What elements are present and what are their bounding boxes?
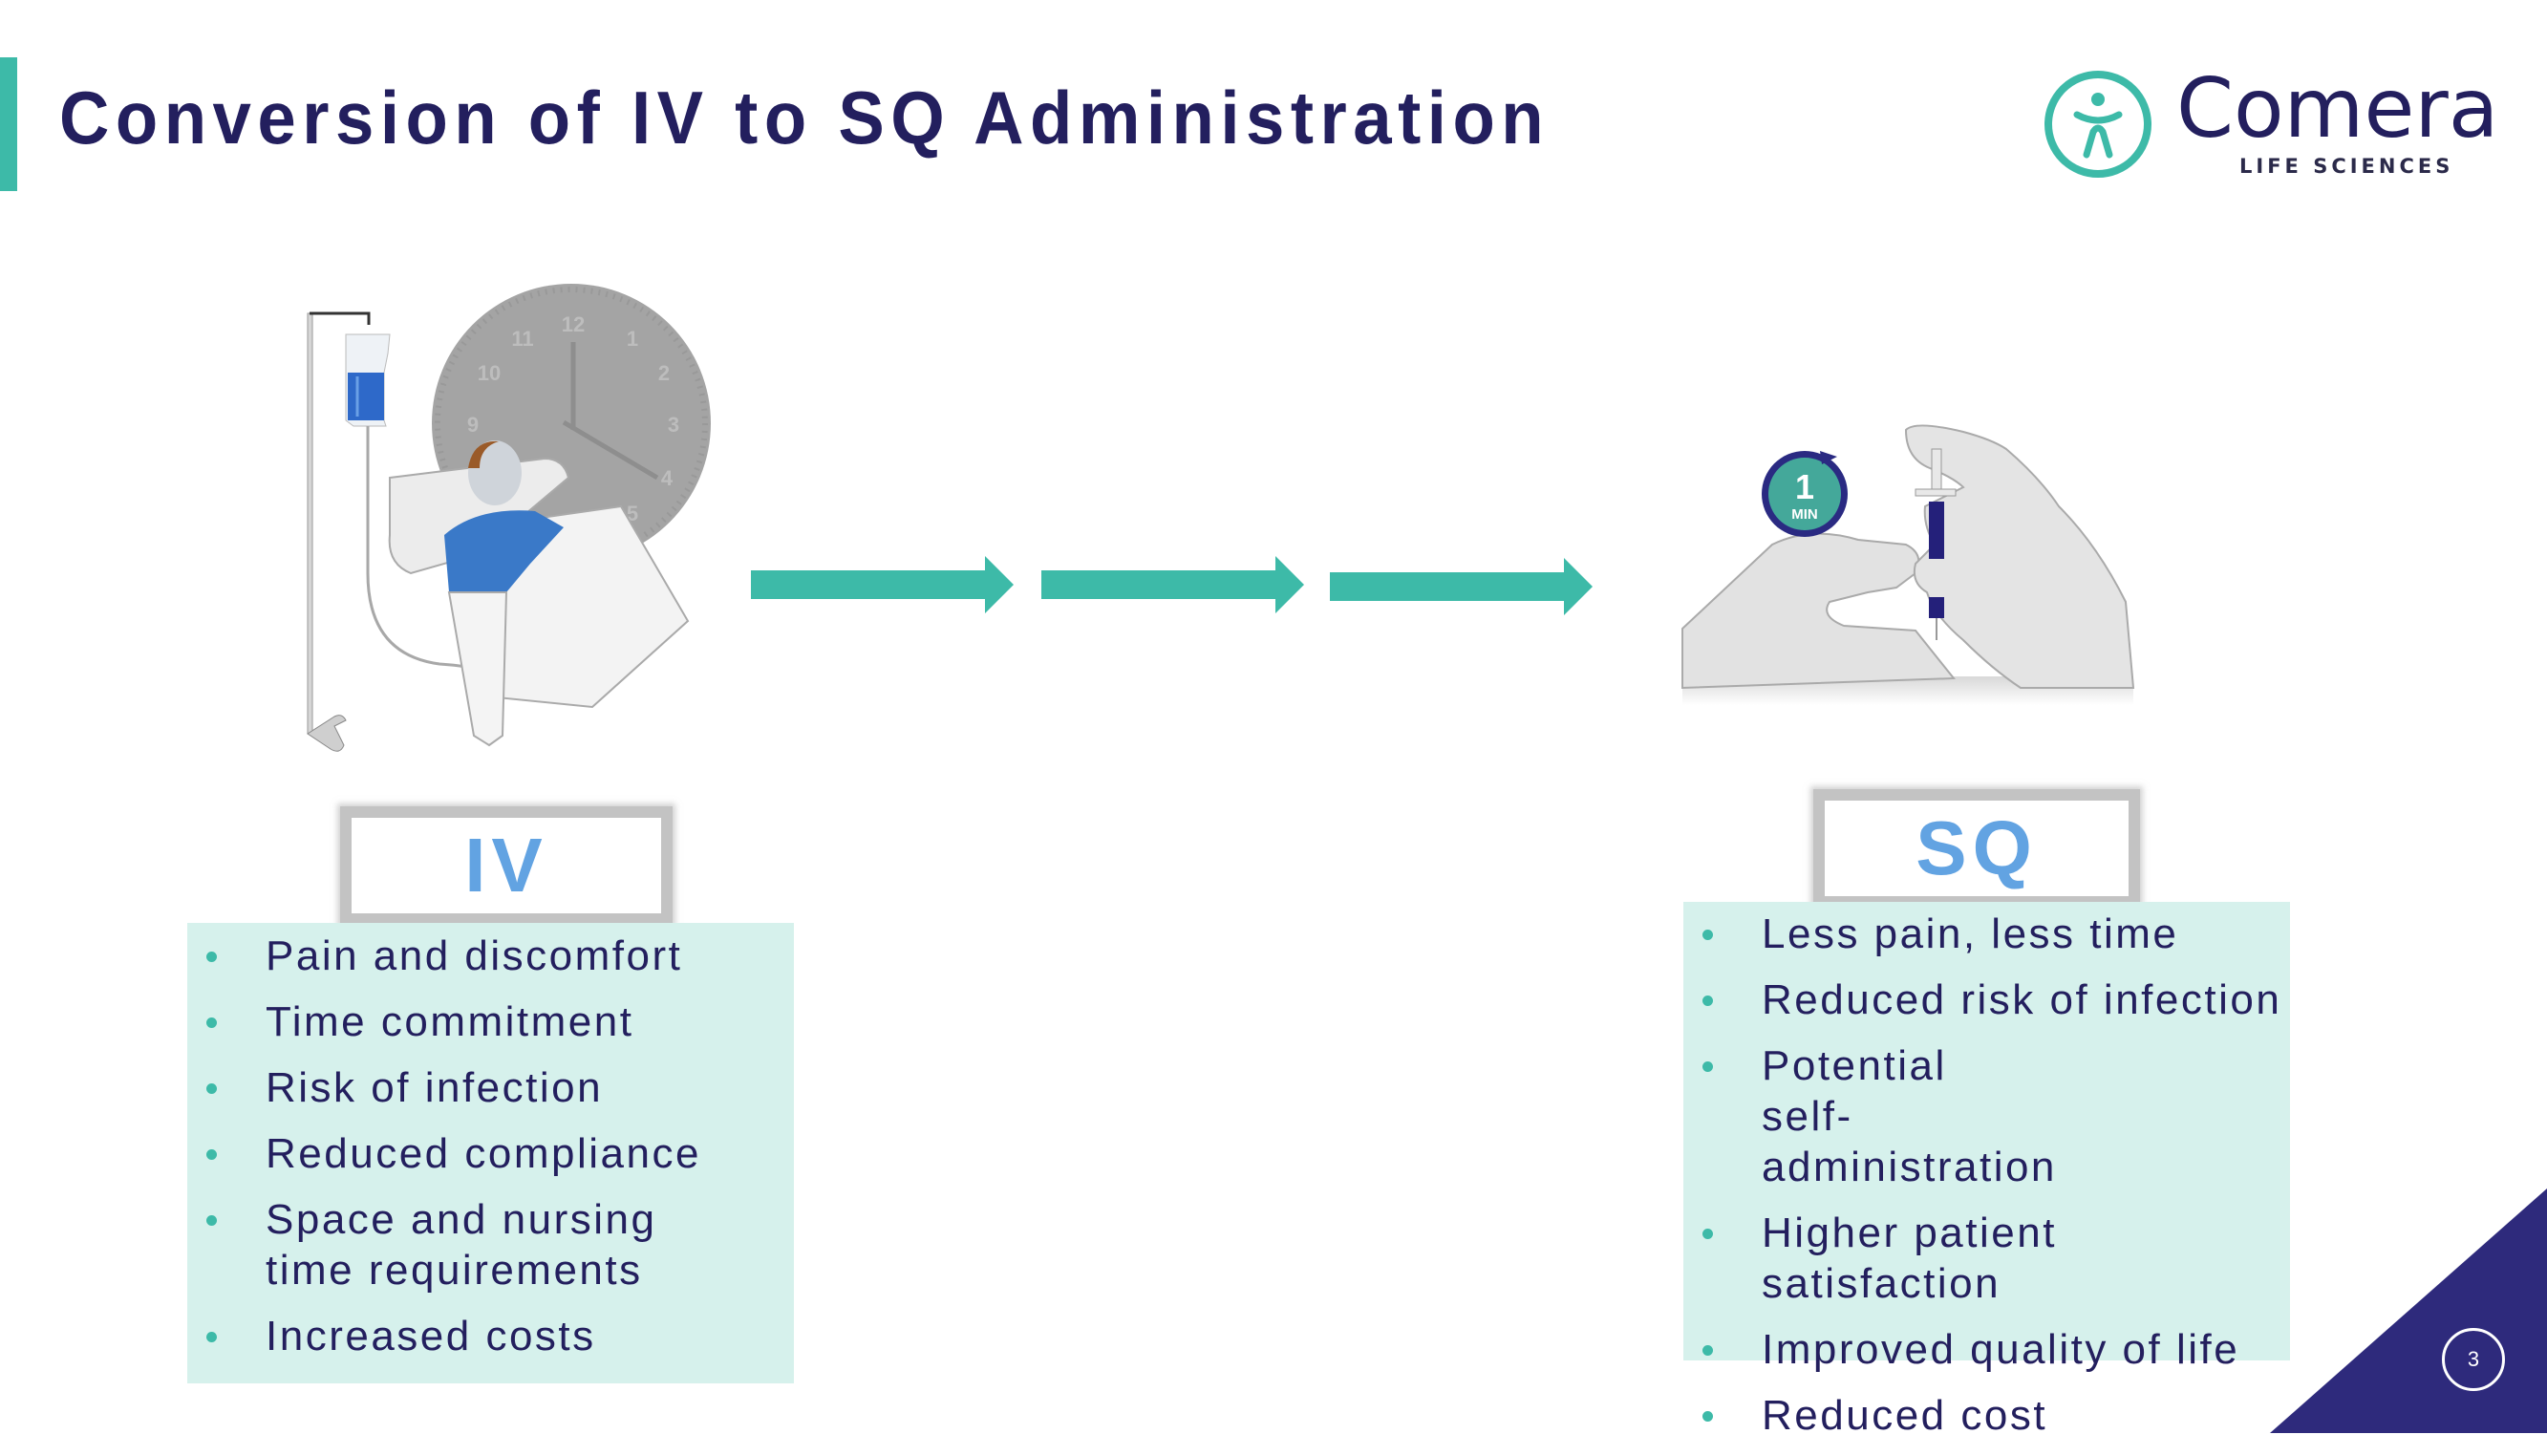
list-item: Reduced cost [1683,1390,2290,1441]
clock-numeral: 10 [478,361,501,385]
arrow-right-icon [1041,556,1304,613]
clock-numeral: 12 [562,312,585,336]
list-item: Improved quality of life [1683,1324,2290,1375]
sq-injection-illustration: 1 MIN [1677,411,2145,721]
title-accent-bar [0,57,17,191]
list-item: Risk of infection [187,1062,794,1113]
arrow-right-icon [751,556,1014,613]
logo-wordmark: Comera [2176,61,2499,157]
bullet-icon [206,1083,217,1094]
clock-numeral: 3 [668,413,679,437]
list-item: Reduced compliance [187,1128,794,1179]
clock-numeral: 9 [467,413,479,437]
bullet-icon [1702,1061,1713,1072]
timer-icon: 1 MIN [1762,451,1848,537]
iv-drawbacks-panel: Pain and discomfort Time commitment Risk… [187,923,794,1383]
page-number: 3 [2442,1328,2505,1391]
list-item: Potential self-administration [1683,1040,2054,1192]
slide-title: Conversion of IV to SQ Administration [59,75,1551,160]
bullet-icon [206,1017,217,1028]
list-item: Pain and discomfort [187,931,794,981]
bullet-icon [206,1215,217,1226]
bullet-icon [1702,930,1713,940]
list-item: Space and nursing time requirements [187,1194,686,1295]
list-item: Higher patient satisfaction [1683,1208,2290,1309]
clock-numeral: 11 [511,327,533,351]
clock-numeral: 2 [658,361,670,385]
comera-figure-icon [2044,71,2151,178]
clock-numeral: 1 [627,327,638,351]
bullet-icon [1702,1411,1713,1422]
company-logo: Comera LIFE SCIENCES [2044,61,2503,182]
timer-value: 1 [1795,467,1814,506]
iv-drawbacks-list: Pain and discomfort Time commitment Risk… [187,931,794,1377]
sq-label: SQ [1813,789,2140,908]
sq-benefits-list: Less pain, less time Reduced risk of inf… [1683,909,2290,1456]
clock-numeral: 4 [661,466,674,490]
list-item: Time commitment [187,996,794,1047]
list-item: Increased costs [187,1311,794,1361]
arrow-right-icon [1330,558,1593,615]
bullet-icon [206,952,217,962]
iv-patient-illustration: 12 1 2 3 4 5 9 10 11 [277,277,736,812]
iv-label: IV [340,806,673,925]
list-item: Reduced risk of infection [1683,974,2290,1025]
sq-benefits-panel: Less pain, less time Reduced risk of inf… [1683,902,2290,1439]
bullet-icon [1702,1345,1713,1356]
bullet-icon [1702,996,1713,1006]
list-item: Less pain, less time [1683,909,2290,959]
bullet-icon [206,1332,217,1342]
bullet-icon [1702,1229,1713,1239]
corner-triangle-decoration [2270,1188,2547,1433]
logo-subtitle: LIFE SCIENCES [2239,155,2454,178]
timer-unit: MIN [1791,506,1818,523]
bullet-icon [206,1149,217,1160]
